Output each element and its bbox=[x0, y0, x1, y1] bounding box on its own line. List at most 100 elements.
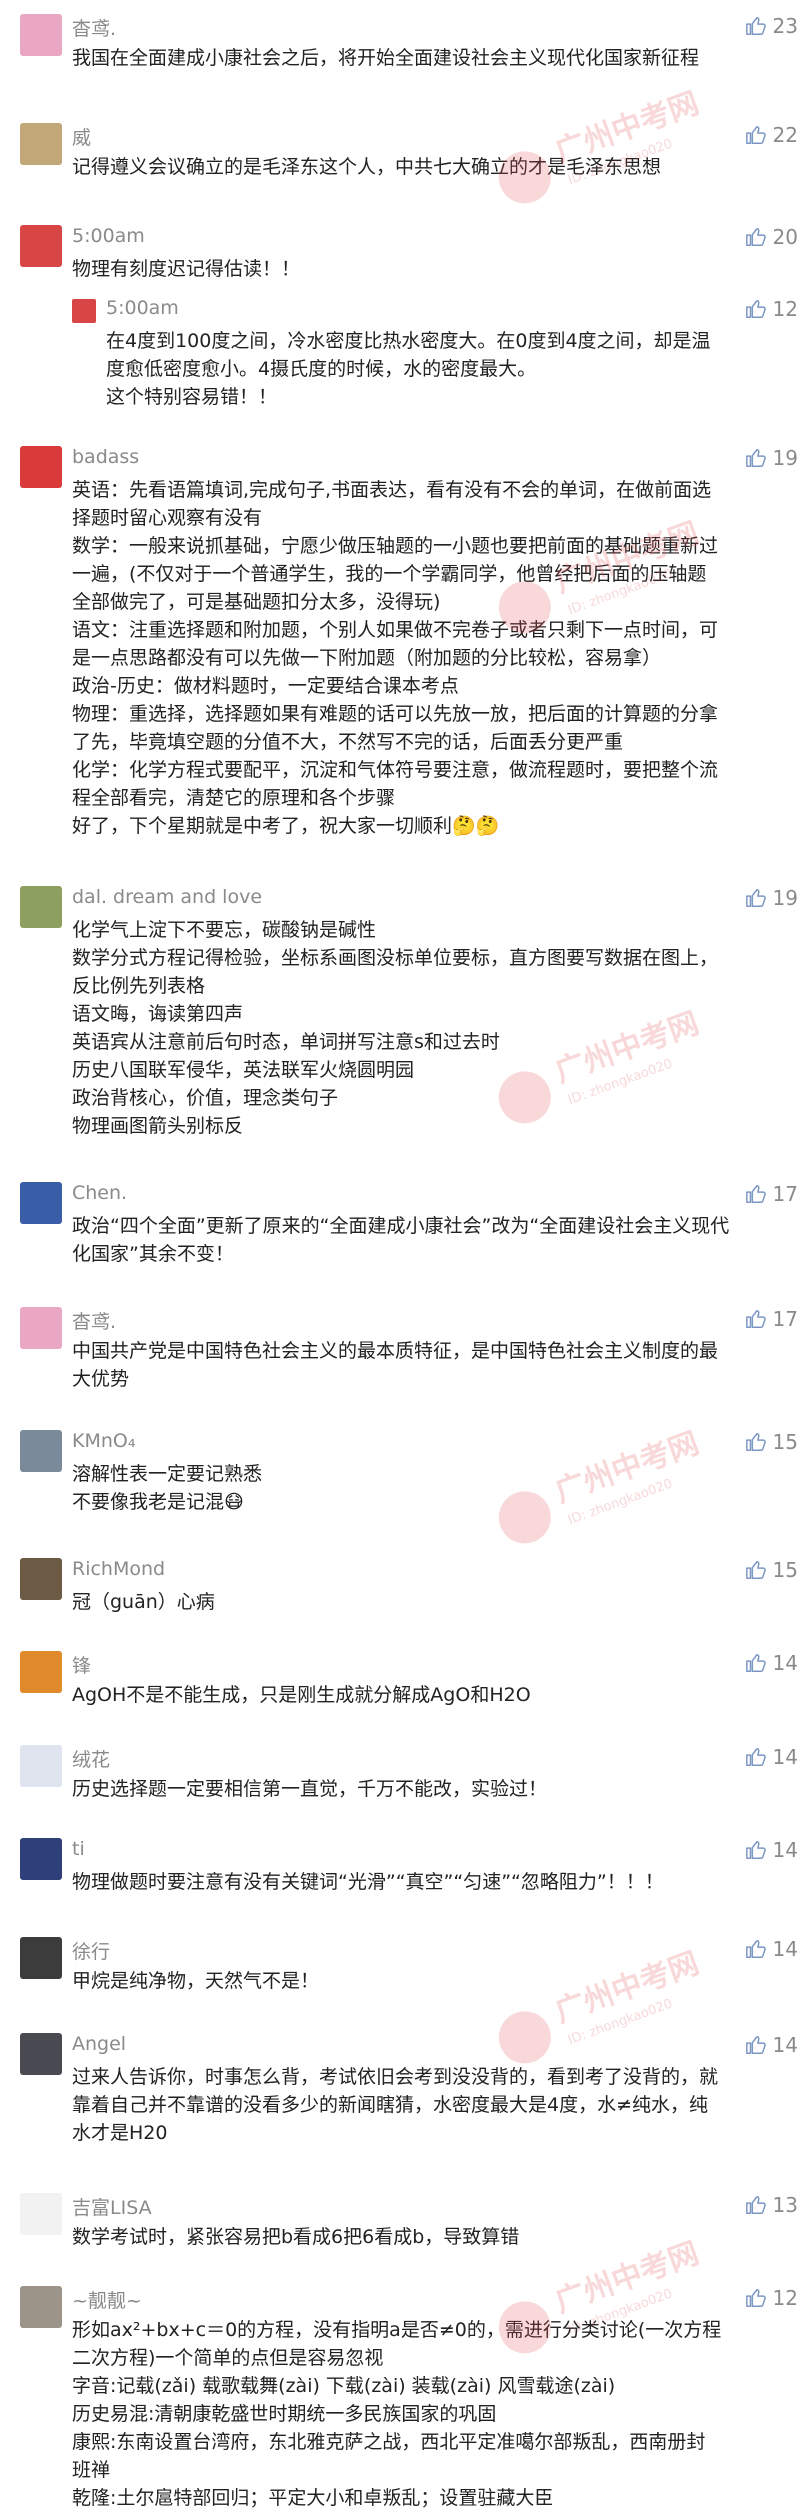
like-button[interactable]: 13 bbox=[745, 2193, 798, 2217]
comment-text-line: 度愈低密度愈小。4摄氏度的时候，水的密度最大。 bbox=[106, 358, 537, 381]
svg-text:广州中考网: 广州中考网 bbox=[551, 2240, 704, 2320]
comment-text-line: 物理画图箭头别标反 bbox=[72, 1115, 244, 1137]
comment-text-line: 历史八国联军侵华，英法联军火烧圆明园 bbox=[72, 1059, 415, 1081]
commenter-name[interactable]: ~靓靓~ bbox=[72, 2286, 142, 2313]
reply-like-count: 12 bbox=[772, 297, 798, 322]
comment-text-line: 乾隆:土尔扈特部回归；平定大小和卓叛乱；设置驻藏大臣 bbox=[72, 2487, 554, 2509]
comment-text: 化学气上淀下不要忘，碳酸钠是碱性数学分式方程记得检验，坐标系画图没标单位要标，直… bbox=[72, 916, 798, 1140]
avatar[interactable] bbox=[20, 122, 62, 165]
avatar[interactable] bbox=[20, 1937, 62, 1980]
avatar[interactable] bbox=[20, 2033, 62, 2076]
like-button[interactable]: 14 bbox=[745, 1651, 798, 1675]
comment-text: 物理做题时要注意有没有关键词“光滑”“真空”“匀速”“忽略阻力”！！！ bbox=[72, 1868, 798, 1896]
comment-text-line: 择题时留心观察有没有 bbox=[72, 507, 263, 529]
like-count: 22 bbox=[772, 122, 798, 147]
commenter-name[interactable]: badass bbox=[72, 446, 139, 468]
commenter-name[interactable]: 绒花 bbox=[72, 1745, 110, 1772]
comment-text-line: 历史易混:清朝康乾盛世时期统一多民族国家的巩固 bbox=[72, 2403, 497, 2425]
commenter-name[interactable]: KMnO₄ bbox=[72, 1430, 135, 1452]
like-button[interactable]: 14 bbox=[745, 1745, 798, 1769]
avatar[interactable] bbox=[20, 1745, 62, 1788]
comment-text-line: 这个特别容易错！！ bbox=[106, 386, 278, 409]
comment-text-line: 不要像我老是记混😷 bbox=[72, 1491, 244, 1513]
avatar[interactable] bbox=[20, 2193, 62, 2236]
avatar[interactable] bbox=[20, 1430, 62, 1472]
commenter-name[interactable]: Angel bbox=[72, 2033, 126, 2055]
like-button[interactable]: 14 bbox=[745, 2033, 798, 2057]
commenter-name[interactable]: 5:00am bbox=[72, 225, 145, 247]
comment-text-line: 物理做题时要注意有没有关键词“光滑”“真空”“匀速”“忽略阻力”！！！ bbox=[72, 1871, 664, 1893]
avatar[interactable] bbox=[20, 225, 62, 268]
like-button[interactable]: 17 bbox=[745, 1182, 798, 1206]
comment-text: 溶解性表一定要记熟悉 不要像我老是记混😷 bbox=[72, 1460, 798, 1516]
like-count: 15 bbox=[772, 1558, 798, 1582]
avatar[interactable] bbox=[20, 1182, 62, 1224]
avatar[interactable] bbox=[20, 1650, 62, 1693]
like-button[interactable]: 17 bbox=[745, 1307, 798, 1331]
commenter-name[interactable]: 杳鸢. bbox=[72, 1307, 116, 1334]
avatar[interactable] bbox=[20, 1838, 62, 1880]
avatar[interactable] bbox=[20, 446, 62, 488]
like-button[interactable]: 19 bbox=[745, 886, 798, 910]
commenter-name[interactable]: RichMond bbox=[72, 1558, 165, 1580]
like-button[interactable]: 15 bbox=[745, 1558, 798, 1582]
avatar[interactable] bbox=[20, 886, 62, 928]
comment-text: 形如ax²+bx+c＝0的方程，没有指明a是否≠0的，需进行分类讨论(一次方程二… bbox=[72, 2316, 798, 2512]
comment-text-line: 过来人告诉你，时事怎么背，考试依旧会考到没没背的，看到考了没背的，就 bbox=[72, 2066, 719, 2089]
comment-text-line: 水才是H20 bbox=[72, 2122, 168, 2145]
like-button[interactable]: 15 bbox=[745, 1430, 798, 1454]
like-count: 20 bbox=[772, 225, 798, 250]
like-count: 14 bbox=[772, 1745, 798, 1770]
like-count: 19 bbox=[772, 446, 798, 470]
reply-author-name[interactable]: 5:00am bbox=[106, 297, 179, 319]
commenter-name[interactable]: Chen. bbox=[72, 1182, 127, 1204]
like-count: 14 bbox=[772, 2033, 798, 2058]
avatar[interactable] bbox=[20, 14, 62, 56]
comment-text: 政治“四个全面”更新了原来的“全面建成小康社会”改为“全面建设社会主义现代 化国家… bbox=[72, 1212, 798, 1268]
comment-text-line: 班禅 bbox=[72, 2459, 111, 2481]
comment-text-line: 字音:记载(zǎi) 载歌载舞(zài) 下载(zài) 装载(zài) 风雪载… bbox=[72, 2375, 616, 2397]
comment-text-line: 冠（guān）心病 bbox=[72, 1591, 215, 1613]
comment-text-line: 化学气上淀下不要忘，碳酸钠是碱性 bbox=[72, 919, 377, 941]
comment-text-line: 物理：重选择，选择题如果有难题的话可以先放一放，把后面的计算题的分拿 bbox=[72, 703, 719, 725]
thumbs-up-icon bbox=[745, 2036, 766, 2055]
thumbs-up-icon bbox=[745, 2196, 766, 2215]
like-count: 12 bbox=[772, 2286, 798, 2310]
commenter-name[interactable]: 锋 bbox=[72, 1651, 91, 1678]
comment-text-line: 数学分式方程记得检验，坐标系画图没标单位要标，直方图要写数据在图上， bbox=[72, 947, 719, 969]
commenter-name[interactable]: 徐行 bbox=[72, 1937, 110, 1964]
like-button[interactable]: 12 bbox=[745, 2286, 798, 2310]
like-button[interactable]: 19 bbox=[745, 446, 798, 470]
thumbs-up-icon bbox=[745, 125, 766, 144]
comment-text-line: 是一点思路都没有可以先做一下附加题（附加题的分比较松，容易拿） bbox=[72, 647, 662, 669]
commenter-name[interactable]: 吉富LISA bbox=[72, 2193, 152, 2220]
reply-avatar[interactable] bbox=[72, 299, 96, 324]
watermark-logo: 广州中考网ID: zhongkao020 bbox=[498, 90, 704, 204]
commenter-name[interactable]: 威 bbox=[72, 123, 91, 150]
comment-text-line: 好了，下个星期就是中考了，祝大家一切顺利🤔🤔 bbox=[72, 815, 500, 837]
thumbs-up-icon bbox=[745, 1309, 766, 1328]
comment-text-line: 语文：注重选择题和附加题，个别人如果做不完卷子或者只剩下一点时间，可 bbox=[72, 619, 719, 641]
like-count: 17 bbox=[772, 1306, 798, 1331]
thumbs-up-icon bbox=[745, 1561, 766, 1579]
comment-text-line: 历史选择题一定要相信第一直觉，千万不能改，实验过！ bbox=[72, 1778, 548, 1801]
avatar[interactable] bbox=[20, 1306, 62, 1349]
comment-text-line: 大优势 bbox=[72, 1367, 130, 1390]
like-button[interactable]: 14 bbox=[745, 1937, 798, 1961]
like-button[interactable]: 20 bbox=[745, 225, 798, 249]
commenter-name[interactable]: dal. dream and love bbox=[72, 886, 262, 908]
like-button[interactable]: 23 bbox=[745, 14, 798, 38]
thumbs-up-icon bbox=[745, 1841, 766, 1859]
comment-text-line: 中国共产党是中国特色社会主义的最本质特征，是中国特色社会主义制度的最 bbox=[72, 1339, 719, 1362]
thumbs-up-icon bbox=[745, 1653, 766, 1672]
avatar[interactable] bbox=[20, 1558, 62, 1600]
like-button[interactable]: 22 bbox=[745, 123, 798, 147]
commenter-name[interactable]: 杳鸢. bbox=[72, 14, 116, 41]
reply-like-button[interactable]: 12 bbox=[745, 297, 798, 321]
comment-text-line: 数学考试时，紧张容易把b看成6把6看成b，导致算错 bbox=[72, 2226, 520, 2249]
like-count: 14 bbox=[772, 1650, 798, 1675]
commenter-name[interactable]: ti bbox=[72, 1838, 85, 1860]
comment-text-line: 形如ax²+bx+c＝0的方程，没有指明a是否≠0的，需进行分类讨论(一次方程 bbox=[72, 2319, 722, 2341]
avatar[interactable] bbox=[20, 2286, 62, 2328]
like-button[interactable]: 14 bbox=[745, 1838, 798, 1862]
